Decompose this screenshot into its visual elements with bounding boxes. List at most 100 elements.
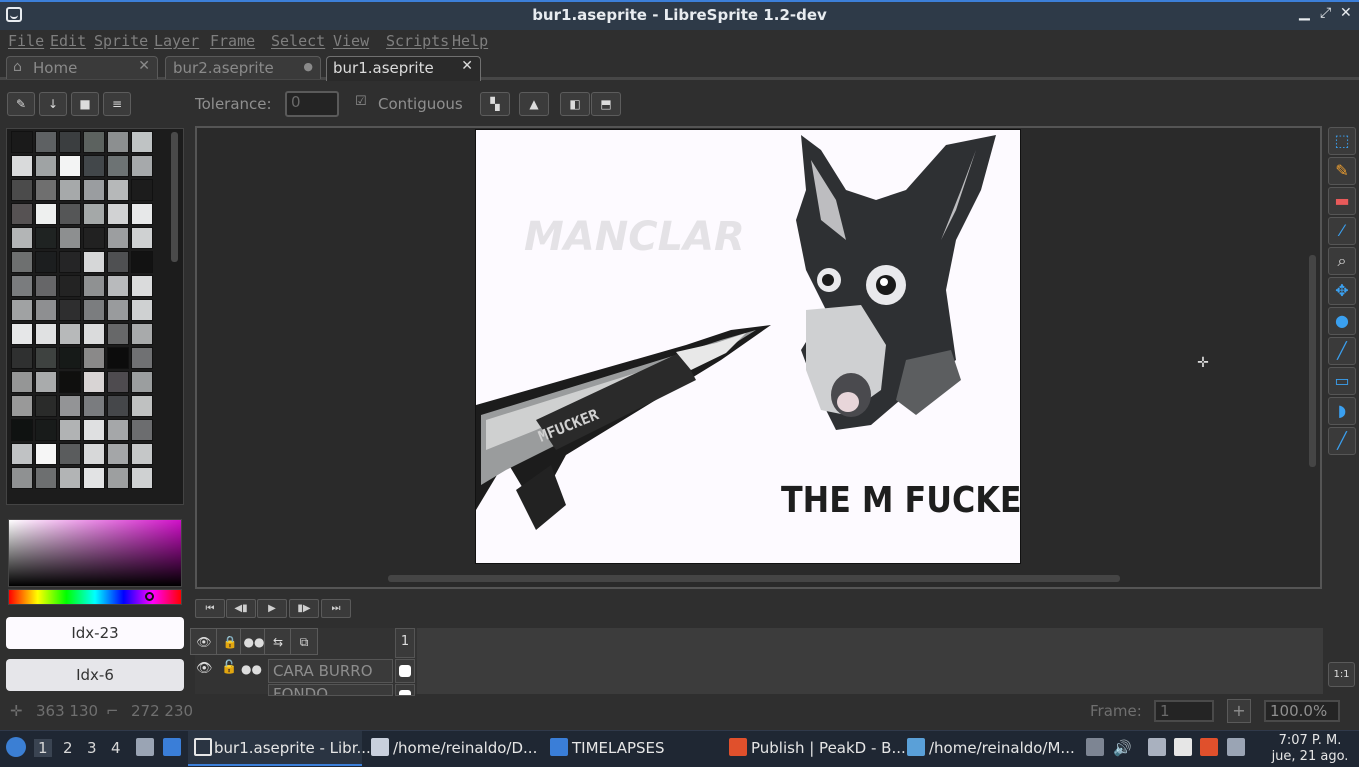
palette-swatch[interactable] — [59, 299, 81, 321]
symmetry-v-icon[interactable]: ◧ — [560, 92, 590, 116]
palette-swatch[interactable] — [59, 251, 81, 273]
last-frame-icon[interactable]: ⏭ — [321, 599, 351, 618]
foreground-color[interactable]: Idx-23 — [6, 617, 184, 649]
next-frame-icon[interactable]: ▮▶ — [289, 599, 319, 618]
symmetry-h-icon[interactable]: ⬒ — [591, 92, 621, 116]
palette-swatch[interactable] — [131, 227, 153, 249]
palette-swatch[interactable] — [83, 155, 105, 177]
palette-swatch[interactable] — [35, 179, 57, 201]
task-label[interactable]: Publish | PeakD - B... — [751, 739, 906, 757]
contiguous-checkbox-icon[interactable]: ☑ — [355, 94, 367, 109]
add-frame-icon[interactable]: + — [1227, 699, 1251, 723]
rectangle-tool-icon[interactable]: ▭ — [1328, 367, 1356, 395]
palette-swatch[interactable] — [107, 179, 129, 201]
tray-chat-icon[interactable] — [1227, 738, 1245, 756]
layer-cel[interactable] — [395, 684, 415, 696]
palette-swatch[interactable] — [107, 323, 129, 345]
palette-swatch[interactable] — [107, 251, 129, 273]
palette-swatch[interactable] — [35, 323, 57, 345]
tray-brave-icon[interactable] — [1200, 738, 1218, 756]
onion-skin-icon[interactable]: ⧉ — [290, 628, 318, 655]
clock[interactable]: 7:07 P. M. jue, 21 ago. — [1264, 733, 1356, 765]
palette-swatch[interactable] — [131, 371, 153, 393]
palette-swatch[interactable] — [11, 467, 33, 489]
palette-swatch[interactable] — [11, 323, 33, 345]
start-menu-icon[interactable] — [6, 737, 26, 757]
palette-preset-icon[interactable]: ■ — [71, 92, 99, 116]
palette-swatch[interactable] — [107, 395, 129, 417]
palette-swatch[interactable] — [83, 395, 105, 417]
palette-swatch[interactable] — [11, 347, 33, 369]
palette-swatch[interactable] — [107, 443, 129, 465]
palette-swatch[interactable] — [83, 179, 105, 201]
palette-swatch[interactable] — [59, 203, 81, 225]
volume-icon[interactable]: 🔊 — [1113, 739, 1132, 757]
task-label[interactable]: TIMELAPSES — [572, 739, 665, 757]
palette-swatch[interactable] — [11, 227, 33, 249]
palette-swatch[interactable] — [35, 347, 57, 369]
close-tab-icon[interactable]: ✕ — [138, 58, 150, 74]
palette-swatch[interactable] — [11, 251, 33, 273]
palette-swatch[interactable] — [35, 227, 57, 249]
previous-frame-icon[interactable]: ◀▮ — [226, 599, 256, 618]
palette-swatch[interactable] — [35, 419, 57, 441]
palette-swatch[interactable] — [83, 323, 105, 345]
tolerance-input[interactable]: 0 — [285, 91, 339, 117]
palette-options-icon[interactable]: ≡ — [103, 92, 131, 116]
menu-view[interactable]: View — [333, 32, 369, 50]
play-icon[interactable]: ▶ — [257, 599, 287, 618]
layer-cel[interactable] — [395, 659, 415, 683]
palette-swatch[interactable] — [35, 275, 57, 297]
palette-swatch[interactable] — [11, 395, 33, 417]
menu-help[interactable]: Help — [452, 32, 488, 50]
palette-swatch[interactable] — [35, 155, 57, 177]
background-color[interactable]: Idx-6 — [6, 659, 184, 691]
palette-swatch[interactable] — [131, 179, 153, 201]
palette-swatch[interactable] — [59, 443, 81, 465]
palette-swatch[interactable] — [107, 227, 129, 249]
tab-home[interactable]: ⌂ Home ✕ — [6, 56, 158, 79]
palette-swatch[interactable] — [11, 179, 33, 201]
palette-swatch[interactable] — [59, 131, 81, 153]
link-cels-icon[interactable]: ⇆ — [264, 628, 292, 655]
tray-lock-icon[interactable] — [1086, 738, 1104, 756]
close-window-icon[interactable]: ✕ — [1340, 5, 1352, 21]
layer-visible-icon[interactable]: 👁 — [196, 661, 213, 676]
palette-swatch[interactable] — [83, 251, 105, 273]
layer-name[interactable]: FONDO — [268, 684, 393, 696]
palette-sort-icon[interactable]: ↓ — [39, 92, 67, 116]
palette-swatch[interactable] — [131, 299, 153, 321]
palette-swatch[interactable] — [11, 275, 33, 297]
palette-swatch[interactable] — [59, 395, 81, 417]
layer-name[interactable]: CARA BURRO — [268, 659, 393, 683]
vertical-scrollbar[interactable] — [1309, 255, 1316, 467]
menu-sprite[interactable]: Sprite — [94, 32, 148, 50]
palette-swatch[interactable] — [83, 299, 105, 321]
palette-swatch[interactable] — [131, 251, 153, 273]
sprite-canvas[interactable]: MANCLAR MFUCKER THE M FUCKER — [475, 129, 1021, 564]
palette-swatch[interactable] — [131, 155, 153, 177]
menu-frame[interactable]: Frame — [210, 32, 255, 50]
palette-swatch[interactable] — [59, 275, 81, 297]
maximize-icon[interactable]: ⤢ — [1320, 5, 1331, 21]
marquee-tool-icon[interactable]: ⬚ — [1328, 127, 1356, 155]
palette-swatch[interactable] — [59, 155, 81, 177]
palette-swatch[interactable] — [59, 347, 81, 369]
palette-swatch[interactable] — [107, 419, 129, 441]
file-manager-icon[interactable] — [136, 738, 154, 756]
eraser-tool-icon[interactable]: ▬ — [1328, 187, 1356, 215]
zoom-tool-icon[interactable]: ⌕ — [1328, 247, 1356, 275]
layer-lock-icon[interactable]: 🔓 — [221, 660, 237, 675]
palette-swatch[interactable] — [35, 203, 57, 225]
palette-swatch[interactable] — [35, 443, 57, 465]
palette-swatch[interactable] — [131, 323, 153, 345]
task-label[interactable]: /home/reinaldo/M... — [929, 739, 1075, 757]
desktop-icon[interactable] — [163, 738, 181, 756]
palette-swatch[interactable] — [59, 227, 81, 249]
palette-swatch[interactable] — [107, 155, 129, 177]
palette-swatch[interactable] — [107, 299, 129, 321]
frame-input[interactable]: 1 — [1154, 700, 1214, 722]
palette-swatch[interactable] — [11, 131, 33, 153]
menu-scripts[interactable]: Scripts — [386, 32, 449, 50]
menu-select[interactable]: Select — [271, 32, 325, 50]
